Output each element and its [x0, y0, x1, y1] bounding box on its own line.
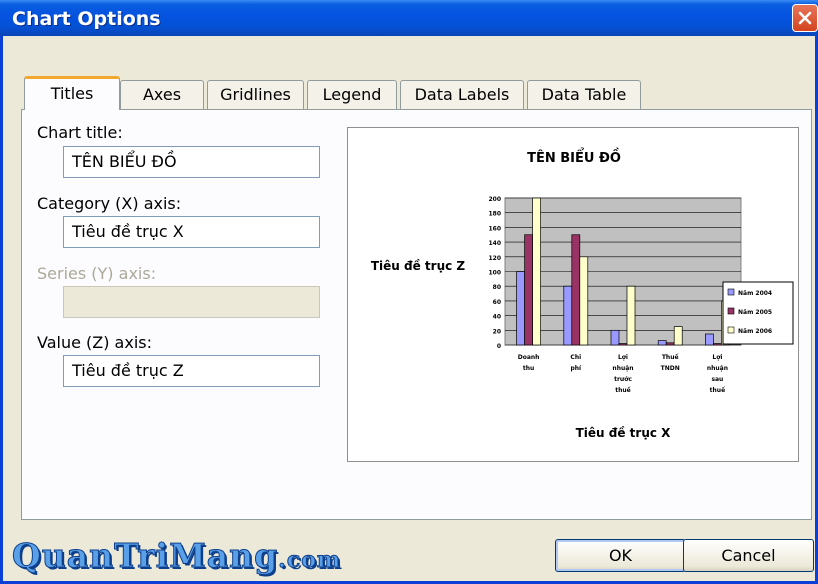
bar: [713, 343, 722, 346]
watermark-suffix: .com: [278, 547, 342, 574]
legend-label: Năm 2006: [738, 328, 772, 335]
tab-label: Data Labels: [414, 85, 510, 104]
watermark-main: QuanTriMang: [11, 536, 279, 576]
legend-label: Năm 2005: [738, 309, 772, 316]
tab-label: Titles: [50, 84, 94, 103]
chart-title-label: Chart title:: [37, 123, 123, 142]
tab-data-table[interactable]: Data Table: [527, 80, 641, 109]
tab-label: Data Table: [541, 85, 627, 104]
tab-axes[interactable]: Axes: [120, 80, 204, 109]
series-axis-label: Series (Y) axis:: [37, 264, 157, 283]
y-tick-label: 80: [493, 284, 501, 291]
series-axis-field: [63, 286, 320, 318]
tab-gridlines[interactable]: Gridlines: [207, 80, 304, 109]
tab-data-labels[interactable]: Data Labels: [400, 80, 524, 109]
bar: [579, 256, 589, 346]
y-tick-label: 160: [488, 225, 501, 232]
y-tick-label: 40: [493, 314, 501, 321]
bar: [610, 329, 620, 346]
tab-label: Legend: [322, 85, 382, 104]
x-tick-label: Lợi nhuận sau thuế: [707, 354, 728, 394]
x-tick-label: Doanh thu: [518, 354, 540, 372]
tab-titles[interactable]: Titles: [24, 76, 120, 110]
close-icon: [798, 11, 812, 25]
category-axis-field[interactable]: Tiêu đề trục X: [63, 216, 320, 248]
bar: [524, 234, 533, 346]
preview-chart: TÊN BIỂU ĐỒ Tiêu đề trục Z Tiêu đề trục …: [371, 148, 794, 440]
watermark-logo: QuanTriMang.com: [11, 536, 342, 576]
y-tick-label: 180: [488, 211, 501, 218]
bar: [532, 197, 541, 346]
category-axis-label: Category (X) axis:: [37, 194, 182, 213]
legend-label: Năm 2004: [738, 290, 772, 297]
bar: [673, 326, 683, 346]
bar: [705, 333, 714, 346]
x-tick-label: Lợi nhuận trước thuế: [612, 354, 633, 394]
bar: [618, 343, 628, 346]
legend-swatch: [727, 326, 735, 334]
legend-swatch: [727, 307, 735, 315]
close-button[interactable]: [792, 4, 818, 32]
chart-title-field[interactable]: TÊN BIỂU ĐỒ: [63, 146, 320, 178]
value-axis-label: Value (Z) axis:: [37, 333, 152, 352]
y-tick-label: 60: [493, 299, 501, 306]
z-axis-title: Tiêu đề trục Z: [371, 259, 466, 273]
y-tick-label: 140: [488, 240, 501, 247]
bar: [563, 285, 573, 346]
window-title: Chart Options: [12, 8, 161, 30]
x-axis-title: Tiêu đề trục X: [576, 426, 672, 440]
cancel-button[interactable]: Cancel: [683, 539, 814, 572]
x-tick-label: Chi phí: [570, 354, 582, 372]
bar: [665, 342, 675, 346]
bar: [571, 234, 581, 346]
y-tick-label: 120: [488, 255, 501, 262]
bar: [626, 285, 636, 346]
tab-label: Axes: [142, 85, 182, 104]
title-bar[interactable]: Chart Options: [0, 0, 818, 36]
chart-title: TÊN BIỂU ĐỒ: [527, 148, 621, 166]
y-tick-label: 200: [488, 196, 501, 203]
y-tick-label: 100: [488, 270, 501, 277]
legend-swatch: [727, 288, 735, 296]
tab-legend[interactable]: Legend: [307, 80, 397, 109]
value-axis-field[interactable]: Tiêu đề trục Z: [63, 355, 320, 387]
ok-button[interactable]: OK: [555, 539, 686, 572]
y-tick-label: 0: [497, 343, 501, 350]
y-tick-label: 20: [493, 328, 501, 335]
plot-area: 0 20 40 60 80 100 120 140 160 180 200 Doanh thu Chi ph…: [488, 196, 794, 394]
bar: [657, 340, 667, 346]
x-tick-label: Thuế TNDN: [661, 354, 680, 372]
chart-preview: TÊN BIỂU ĐỒ Tiêu đề trục Z Tiêu đề trục …: [347, 127, 799, 462]
bar: [516, 271, 525, 346]
tab-label: Gridlines: [220, 85, 291, 104]
